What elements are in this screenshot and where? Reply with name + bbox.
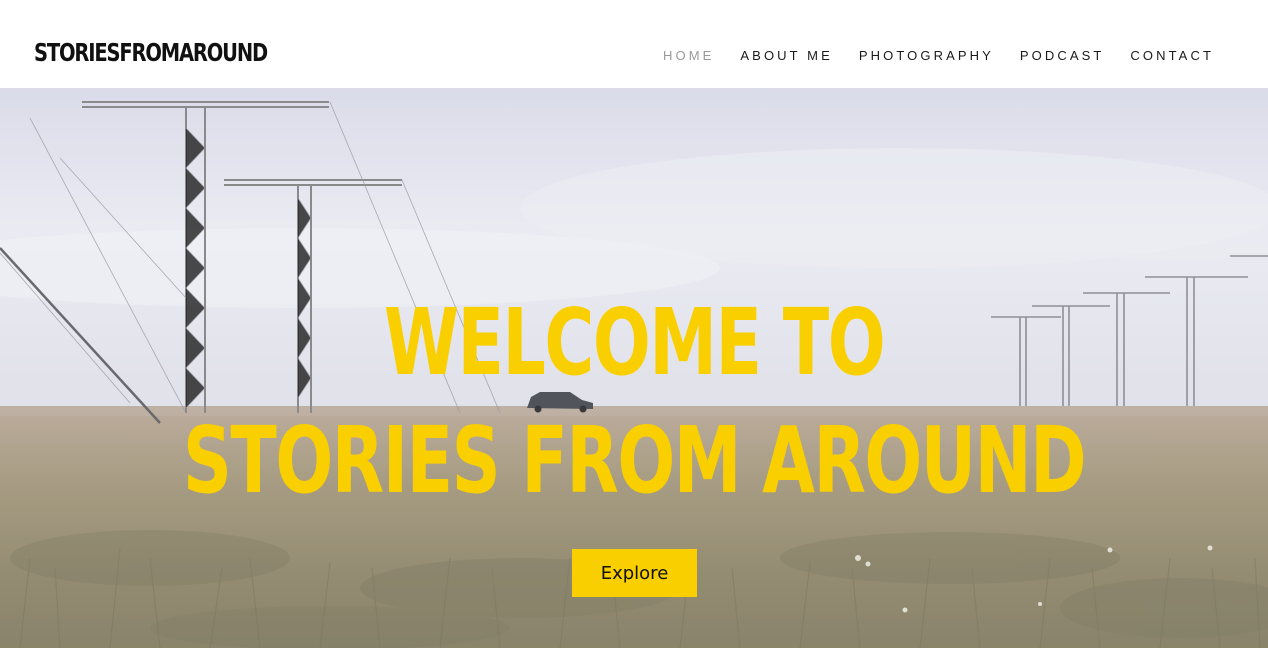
site-header: STORIESFROMAROUND HOME ABOUT ME PHOTOGRA…	[0, 0, 1268, 88]
hero-title-line-2: STORIES FROM AROUND	[182, 407, 1087, 514]
nav-item-podcast[interactable]: PODCAST	[1020, 47, 1105, 65]
nav-item-about-me[interactable]: ABOUT ME	[740, 47, 832, 65]
nav-item-home[interactable]: HOME	[663, 47, 714, 65]
hero-section: WELCOME TO STORIES FROM AROUND Explore	[0, 88, 1268, 648]
hero-title-line-1: WELCOME TO	[383, 289, 886, 396]
nav-item-contact[interactable]: CONTACT	[1130, 47, 1214, 65]
site-logo[interactable]: STORIESFROMAROUND	[34, 38, 268, 68]
explore-button[interactable]: Explore	[572, 549, 697, 597]
nav-item-photography[interactable]: PHOTOGRAPHY	[859, 47, 994, 65]
main-nav: HOME ABOUT ME PHOTOGRAPHY PODCAST CONTAC…	[663, 47, 1214, 65]
